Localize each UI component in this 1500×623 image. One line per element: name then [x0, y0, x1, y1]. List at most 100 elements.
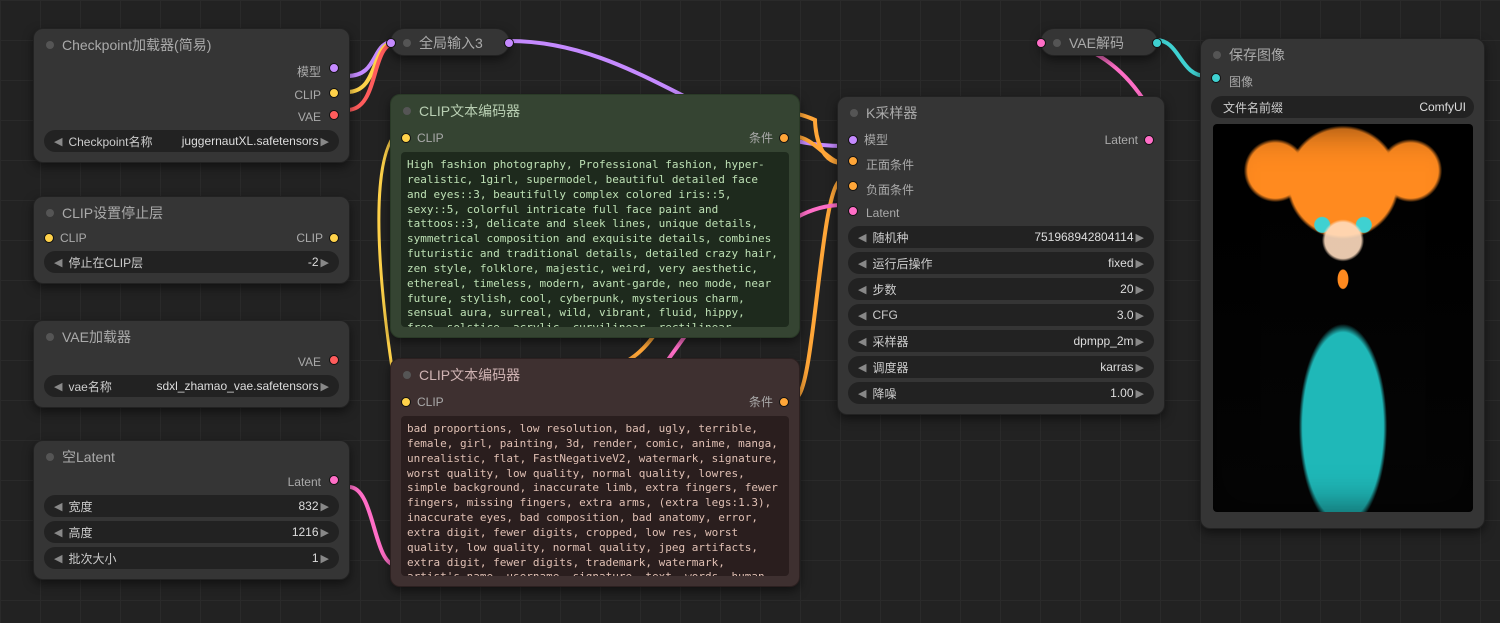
port-latent-out[interactable] [1144, 135, 1154, 145]
collapse-icon[interactable] [850, 109, 858, 117]
port-in[interactable] [386, 38, 396, 48]
chevron-right-icon[interactable]: ▶ [319, 256, 331, 269]
node-title[interactable]: CLIP设置停止层 [34, 197, 349, 229]
chevron-right-icon[interactable]: ▶ [319, 135, 331, 148]
output-latent[interactable]: Latent [1105, 131, 1154, 148]
input-clip[interactable]: CLIP [401, 393, 444, 410]
port-clip[interactable] [329, 88, 339, 98]
collapse-icon[interactable] [403, 107, 411, 115]
height-widget[interactable]: ◀ 高度 1216 ▶ [44, 521, 339, 543]
input-positive[interactable]: 正面条件 [848, 154, 1154, 175]
sampler-widget[interactable]: ◀采样器dpmpp_2m▶ [848, 330, 1154, 352]
node-title[interactable]: 保存图像 [1201, 39, 1484, 71]
collapse-icon[interactable] [46, 453, 54, 461]
output-vae[interactable]: VAE [44, 108, 339, 126]
output-conditioning[interactable]: 条件 [749, 129, 789, 146]
collapse-icon[interactable] [403, 39, 411, 47]
input-negative[interactable]: 负面条件 [848, 179, 1154, 200]
port-cond[interactable] [779, 133, 789, 143]
node-title[interactable]: 空Latent [34, 441, 349, 473]
collapse-icon[interactable] [46, 333, 54, 341]
checkpoint-loader-node[interactable]: Checkpoint加载器(简易) 模型 CLIP VAE ◀ Checkpoi… [33, 28, 350, 163]
io-row: CLIP 条件 [401, 127, 789, 148]
collapse-icon[interactable] [46, 209, 54, 217]
checkpoint-name-widget[interactable]: ◀ Checkpoint名称 juggernautXL.safetensors … [44, 130, 339, 152]
clip-text-encode-negative-node[interactable]: CLIP文本编码器 CLIP 条件 [390, 358, 800, 587]
port-model[interactable] [329, 63, 339, 73]
clip-set-last-layer-node[interactable]: CLIP设置停止层 CLIP CLIP ◀ 停止在CLIP层 -2 ▶ [33, 196, 350, 284]
collapse-icon[interactable] [403, 371, 411, 379]
port-cond[interactable] [779, 397, 789, 407]
node-title[interactable]: 全局输入3 [391, 29, 509, 57]
output-clip[interactable]: CLIP [44, 86, 339, 104]
output-model[interactable]: 模型 [44, 61, 339, 82]
output-conditioning[interactable]: 条件 [749, 393, 789, 410]
chevron-right-icon[interactable]: ▶ [319, 526, 331, 539]
scheduler-widget[interactable]: ◀调度器karras▶ [848, 356, 1154, 378]
input-clip[interactable]: CLIP [401, 129, 444, 146]
filename-prefix-widget[interactable]: 文件名前缀 ComfyUI [1211, 96, 1474, 118]
port-neg[interactable] [848, 181, 858, 191]
collapse-icon[interactable] [1053, 39, 1061, 47]
output-clip[interactable]: CLIP [296, 231, 339, 245]
port-out[interactable] [504, 38, 514, 48]
chevron-right-icon[interactable]: ▶ [319, 380, 331, 393]
node-title[interactable]: CLIP文本编码器 [391, 95, 799, 127]
cfg-widget[interactable]: ◀CFG3.0▶ [848, 304, 1154, 326]
node-title[interactable]: VAE加载器 [34, 321, 349, 353]
vae-decode-node[interactable]: VAE解码 [1040, 28, 1158, 56]
node-title[interactable]: K采样器 [838, 97, 1164, 129]
chevron-right-icon[interactable]: ▶ [319, 500, 331, 513]
port-images[interactable] [1211, 73, 1221, 83]
seed-widget[interactable]: ◀随机种751968942804114▶ [848, 226, 1154, 248]
input-model[interactable]: 模型 [848, 131, 888, 148]
port-latent[interactable] [329, 475, 339, 485]
steps-widget[interactable]: ◀步数20▶ [848, 278, 1154, 300]
denoise-widget[interactable]: ◀降噪1.00▶ [848, 382, 1154, 404]
stop-layer-widget[interactable]: ◀ 停止在CLIP层 -2 ▶ [44, 251, 339, 273]
save-image-node[interactable]: 保存图像 图像 文件名前缀 ComfyUI [1200, 38, 1485, 529]
port-image-out[interactable] [1152, 38, 1162, 48]
positive-prompt-textarea[interactable] [401, 152, 789, 327]
title-label: VAE解码 [1069, 33, 1124, 53]
chevron-left-icon[interactable]: ◀ [52, 500, 64, 513]
chevron-right-icon[interactable]: ▶ [319, 552, 331, 565]
output-image-preview[interactable] [1213, 124, 1473, 512]
output-vae[interactable]: VAE [44, 353, 339, 371]
chevron-left-icon[interactable]: ◀ [52, 380, 64, 393]
chevron-left-icon[interactable]: ◀ [52, 135, 64, 148]
input-clip[interactable]: CLIP [44, 231, 87, 245]
node-title[interactable]: Checkpoint加载器(简易) [34, 29, 349, 61]
collapse-icon[interactable] [46, 41, 54, 49]
node-title[interactable]: CLIP文本编码器 [391, 359, 799, 391]
input-latent[interactable]: Latent [848, 204, 1154, 222]
title-label: CLIP文本编码器 [419, 365, 520, 385]
width-widget[interactable]: ◀ 宽度 832 ▶ [44, 495, 339, 517]
vae-loader-node[interactable]: VAE加载器 VAE ◀ vae名称 sdxl_zhamao_vae.safet… [33, 320, 350, 408]
port-vae[interactable] [329, 355, 339, 365]
clip-text-encode-positive-node[interactable]: CLIP文本编码器 CLIP 条件 [390, 94, 800, 338]
node-title[interactable]: VAE解码 [1041, 29, 1157, 57]
port-latent-in[interactable] [1036, 38, 1046, 48]
chevron-left-icon[interactable]: ◀ [52, 256, 64, 269]
port-clip[interactable] [401, 397, 411, 407]
batch-widget[interactable]: ◀ 批次大小 1 ▶ [44, 547, 339, 569]
chevron-left-icon[interactable]: ◀ [52, 526, 64, 539]
input-images[interactable]: 图像 [1211, 71, 1474, 92]
vae-name-widget[interactable]: ◀ vae名称 sdxl_zhamao_vae.safetensors ▶ [44, 375, 339, 397]
port-vae[interactable] [329, 110, 339, 120]
output-latent[interactable]: Latent [44, 473, 339, 491]
global-input-node[interactable]: 全局输入3 [390, 28, 510, 56]
port-clip-out[interactable] [329, 233, 339, 243]
port-pos[interactable] [848, 156, 858, 166]
port-model[interactable] [848, 135, 858, 145]
after-gen-widget[interactable]: ◀运行后操作fixed▶ [848, 252, 1154, 274]
port-clip[interactable] [401, 133, 411, 143]
chevron-left-icon[interactable]: ◀ [52, 552, 64, 565]
empty-latent-node[interactable]: 空Latent Latent ◀ 宽度 832 ▶ ◀ 高度 1216 ▶ ◀ … [33, 440, 350, 580]
ksampler-node[interactable]: K采样器 模型 Latent 正面条件 负面条件 Latent ◀随机种7519… [837, 96, 1165, 415]
negative-prompt-textarea[interactable] [401, 416, 789, 576]
collapse-icon[interactable] [1213, 51, 1221, 59]
port-clip-in[interactable] [44, 233, 54, 243]
port-latent-in[interactable] [848, 206, 858, 216]
